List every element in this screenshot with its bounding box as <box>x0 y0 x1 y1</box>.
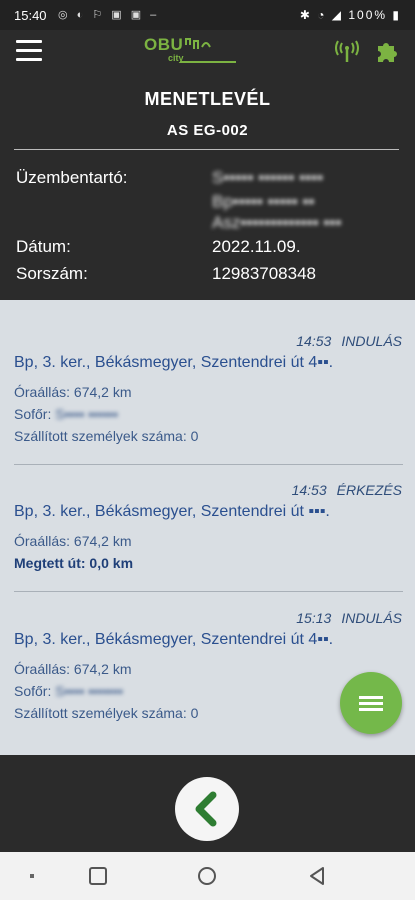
entry-type: INDULÁS <box>341 333 402 349</box>
entry-time-type: 14:53 ÉRKEZÉS <box>292 482 402 498</box>
driver-value: S▪▪▪▪ ▪▪▪▪▪▪▪ <box>55 683 124 699</box>
entry-odometer: Óraállás: 674,2 km <box>14 533 132 549</box>
entry-distance: Megtett út: 0,0 km <box>14 555 134 571</box>
serial-label: Sorszám: <box>16 264 88 283</box>
app-logo: OBU city <box>140 35 240 69</box>
app-toolbar: OBU city <box>0 30 415 75</box>
driver-value: S▪▪▪▪ ▪▪▪▪▪▪ <box>55 406 119 422</box>
entry-time-type: 15:13 INDULÁS <box>296 610 402 626</box>
status-time: 15:40 <box>14 8 47 23</box>
list-item[interactable]: 14:53 ÉRKEZÉS Bp, 3. ker., Békásmegyer, S… <box>0 449 415 592</box>
entry-address: Bp, 3. ker., Békásmegyer, Szentendrei út… <box>14 354 334 371</box>
entry-type: ÉRKEZÉS <box>336 482 402 498</box>
entry-time-type: 14:53 INDULÁS <box>296 333 402 349</box>
entry-driver: Sofőr: S▪▪▪▪ ▪▪▪▪▪▪ <box>14 406 118 422</box>
operator-label: Üzembentartó: <box>16 168 128 187</box>
entry-time: 15:13 <box>296 610 332 626</box>
page-title: MENETLEVÉL <box>144 89 271 109</box>
system-nav-bar <box>0 852 415 900</box>
waybill-info: Üzembentartó: S▪▪▪▪▪ ▪▪▪▪▪▪ ▪▪▪▪ Bp▪▪▪▪▪… <box>0 160 415 300</box>
list-icon <box>356 696 383 711</box>
entry-type: INDULÁS <box>341 610 402 626</box>
operator-line-2: Bp▪▪▪▪▪ ▪▪▪▪▪ ▪▪ <box>212 192 315 211</box>
date-label: Dátum: <box>16 237 71 256</box>
dot-icon[interactable] <box>22 866 42 886</box>
date-value: 2022.11.09. <box>212 237 301 256</box>
entry-odometer: Óraállás: 674,2 km <box>14 384 132 400</box>
hamburger-icon[interactable] <box>16 40 42 62</box>
list-item[interactable]: 14:53 INDULÁS Bp, 3. ker., Békásmegyer, S… <box>0 300 415 465</box>
operator-line-3: Asz▪▪▪▪▪▪▪▪▪▪▪▪▪ ▪▪▪ <box>212 213 342 232</box>
chevron-left-icon <box>195 791 217 827</box>
entry-address: Bp, 3. ker., Békásmegyer, Szentendrei út… <box>14 503 330 520</box>
driver-label: Sofőr: <box>14 406 52 422</box>
antenna-signal-icon[interactable] <box>334 38 360 64</box>
driver-label: Sofőr: <box>14 683 52 699</box>
fab-list-button[interactable] <box>340 672 402 734</box>
entry-time: 14:53 <box>291 482 327 498</box>
entry-address: Bp, 3. ker., Békásmegyer, Szentendrei út… <box>14 631 334 648</box>
header-divider <box>14 149 399 150</box>
recents-icon[interactable] <box>88 866 108 886</box>
operator-line-1: S▪▪▪▪▪ ▪▪▪▪▪▪ ▪▪▪▪ <box>212 168 324 187</box>
entry-passengers: Szállított személyek száma: 0 <box>14 705 199 721</box>
system-status-icons: ✱ ◔ ◢ 100% ▮ <box>299 8 401 22</box>
status-bar: 15:40 ◎ ◐ ⚐ ▣ ▣ – ✱ ◔ ◢ 100% ▮ <box>0 0 415 30</box>
page-header: MENETLEVÉL AS EG-002 <box>0 75 415 155</box>
bottom-bar <box>0 755 415 852</box>
entry-odometer: Óraállás: 674,2 km <box>14 661 132 677</box>
notification-icons: ◎ ◐ ⚐ ▣ ▣ – <box>58 9 160 21</box>
home-icon[interactable] <box>197 866 217 886</box>
entry-driver: Sofőr: S▪▪▪▪ ▪▪▪▪▪▪▪ <box>14 683 123 699</box>
logo-graphic-icon <box>180 38 236 63</box>
serial-value: 12983708348 <box>212 264 317 283</box>
puzzle-gear-icon[interactable] <box>374 38 400 64</box>
entry-time: 14:53 <box>296 333 332 349</box>
vehicle-plate: AS EG-002 <box>166 122 249 139</box>
back-button[interactable] <box>175 777 239 841</box>
back-nav-icon[interactable] <box>307 866 327 886</box>
entry-passengers: Szállított személyek száma: 0 <box>14 428 199 444</box>
